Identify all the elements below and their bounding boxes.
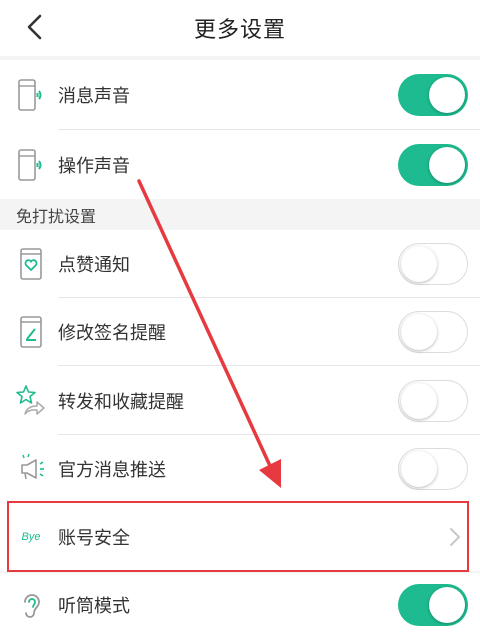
settings-row-message-sound[interactable]: 消息声音 <box>0 60 480 130</box>
earpiece-mode-toggle[interactable] <box>398 584 468 626</box>
share-favorite-remind-toggle[interactable] <box>398 379 468 422</box>
like-notify-toggle[interactable] <box>398 243 468 285</box>
dnd-section-header: 免打扰设置 <box>0 199 480 230</box>
toggle-knob <box>401 314 437 350</box>
settings-row-share-favorite-remind[interactable]: 转发和收藏提醒 <box>0 366 480 435</box>
edit-phone-icon <box>15 314 47 350</box>
toggle-knob <box>401 382 437 419</box>
toggle-knob <box>429 587 465 623</box>
settings-row-official-push[interactable]: 官方消息推送 <box>0 435 480 503</box>
account-security-label: 账号安全 <box>58 528 130 549</box>
operation-sound-toggle[interactable] <box>398 143 468 186</box>
bye-icon-text: Bye <box>21 531 41 543</box>
settings-row-account-security[interactable]: Bye 账号安全 <box>0 503 480 571</box>
page-title: 更多设置 <box>193 18 286 43</box>
message-sound-label: 消息声音 <box>58 86 130 107</box>
toggle-knob <box>401 246 437 282</box>
like-notify-label: 点赞通知 <box>58 255 130 276</box>
official-push-toggle[interactable] <box>398 448 468 490</box>
toggle-knob <box>429 146 465 183</box>
settings-row-like-notify[interactable]: 点赞通知 <box>0 230 480 298</box>
operation-sound-label: 操作声音 <box>58 155 130 177</box>
message-sound-toggle[interactable] <box>398 74 468 116</box>
share-favorite-remind-label: 转发和收藏提醒 <box>58 391 184 413</box>
settings-row-earpiece-mode[interactable]: 听筒模式 <box>0 573 480 637</box>
settings-row-operation-sound[interactable]: 操作声音 <box>0 130 480 199</box>
phone-sound-icon <box>15 147 47 183</box>
official-push-label: 官方消息推送 <box>58 460 166 481</box>
earpiece-mode-label: 听筒模式 <box>58 596 130 617</box>
megaphone-icon <box>15 451 47 487</box>
bye-icon: Bye <box>15 519 47 555</box>
signature-remind-label: 修改签名提醒 <box>58 323 166 344</box>
toggle-knob <box>429 77 465 113</box>
ear-icon <box>15 587 47 623</box>
signature-remind-toggle[interactable] <box>398 311 468 353</box>
dnd-section-title: 免打扰设置 <box>16 206 97 226</box>
star-share-icon <box>15 383 47 419</box>
phone-sound-icon <box>15 77 47 113</box>
chevron-right-icon <box>450 528 460 546</box>
settings-row-signature-remind[interactable]: 修改签名提醒 <box>0 298 480 366</box>
heart-phone-icon <box>15 246 47 282</box>
top-bar: 更多设置 <box>0 0 480 56</box>
toggle-knob <box>401 451 437 487</box>
back-arrow-icon[interactable] <box>22 13 50 41</box>
